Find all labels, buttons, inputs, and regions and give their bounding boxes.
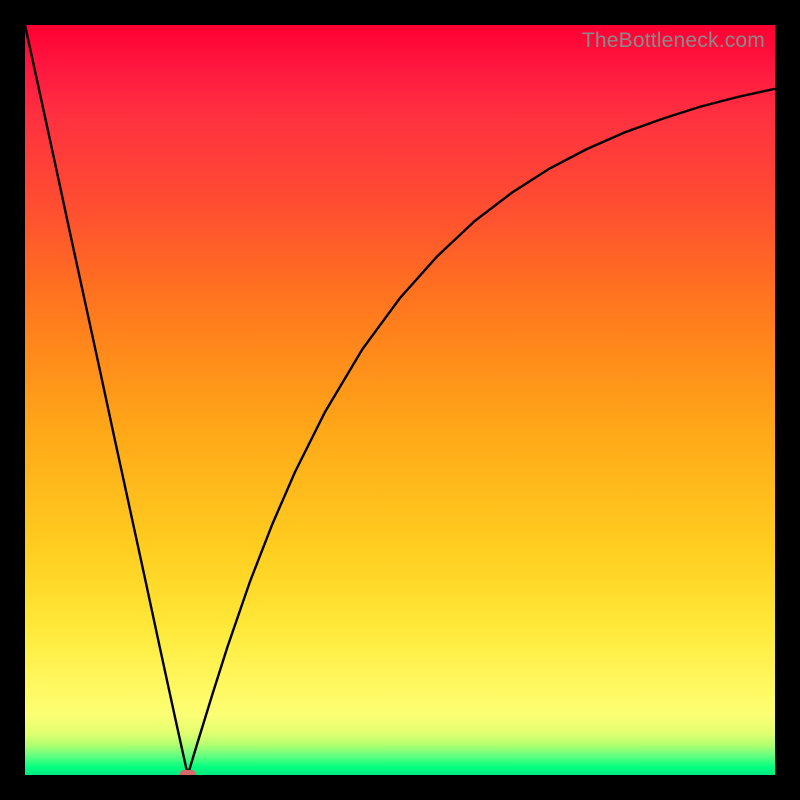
chart-frame: TheBottleneck.com bbox=[0, 0, 800, 800]
plot-area: TheBottleneck.com bbox=[25, 25, 775, 775]
bottleneck-curve bbox=[25, 25, 775, 775]
chart-svg bbox=[25, 25, 775, 775]
minimum-marker bbox=[180, 770, 196, 775]
